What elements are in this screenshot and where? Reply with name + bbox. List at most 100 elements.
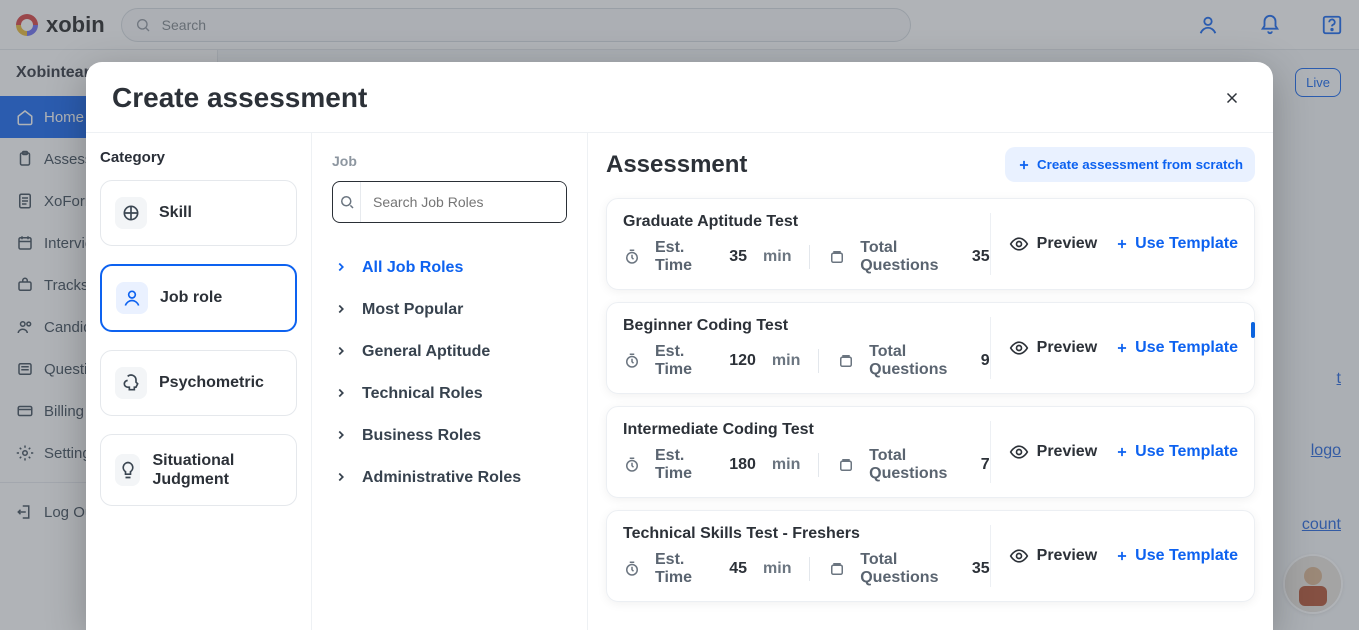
total-questions-label: Total Questions [869,447,961,483]
chevron-right-icon [334,260,350,276]
category-label: Psychometric [159,374,264,392]
plus-icon [1115,549,1129,563]
assessment-card: Technical Skills Test - Freshers Est. Ti… [606,510,1255,602]
job-search [332,181,567,223]
est-time-label: Est. Time [655,343,709,379]
scrollbar-thumb[interactable] [1251,322,1255,338]
eye-icon [1009,338,1029,358]
timer-icon [623,352,641,370]
assessment-name: Graduate Aptitude Test [623,213,990,231]
job-role-label: Business Roles [362,427,481,445]
plus-icon [1017,158,1031,172]
job-role-item[interactable]: Most Popular [332,293,567,327]
time-unit: min [772,456,800,474]
preview-label: Preview [1037,443,1097,461]
est-time-value: 45 [729,560,747,578]
total-questions-label: Total Questions [869,343,961,379]
use-template-label: Use Template [1135,443,1238,461]
preview-button[interactable]: Preview [1009,442,1097,462]
timer-icon [623,248,641,266]
preview-button[interactable]: Preview [1009,338,1097,358]
category-label: Skill [159,204,192,222]
assessment-name: Beginner Coding Test [623,317,990,335]
use-template-label: Use Template [1135,339,1238,357]
modal-body: Category Skill Job role Psychometric [86,132,1273,630]
meta-separator [809,557,810,581]
category-label: Job role [160,289,222,307]
assessment-name: Technical Skills Test - Freshers [623,525,990,543]
preview-label: Preview [1037,547,1097,565]
assessment-name: Intermediate Coding Test [623,421,990,439]
job-role-label: Technical Roles [362,385,483,403]
category-situational[interactable]: Situational Judgment [100,434,297,506]
chevron-right-icon [334,302,350,318]
job-role-item[interactable]: All Job Roles [332,251,567,285]
job-role-list: All Job Roles Most Popular General Aptit… [332,251,567,495]
est-time-value: 180 [729,456,756,474]
est-time-label: Est. Time [655,447,709,483]
preview-button[interactable]: Preview [1009,234,1097,254]
category-column: Category Skill Job role Psychometric [86,133,312,630]
preview-label: Preview [1037,339,1097,357]
preview-button[interactable]: Preview [1009,546,1097,566]
est-time-value: 120 [729,352,756,370]
category-job-role[interactable]: Job role [100,264,297,332]
create-assessment-modal: Create assessment Category Skill Job rol… [86,62,1273,630]
modal-header: Create assessment [86,62,1273,132]
timer-icon [623,560,641,578]
job-role-item[interactable]: Business Roles [332,419,567,453]
close-icon [1223,89,1241,107]
time-unit: min [763,248,791,266]
job-title: Job [332,153,567,169]
chevron-right-icon [334,386,350,402]
total-questions-label: Total Questions [860,551,952,587]
use-template-label: Use Template [1135,235,1238,253]
plus-icon [1115,445,1129,459]
job-search-input[interactable] [361,182,566,222]
stack-icon [837,456,855,474]
time-unit: min [763,560,791,578]
job-role-label: Administrative Roles [362,469,521,487]
est-time-label: Est. Time [655,551,709,587]
preview-label: Preview [1037,235,1097,253]
category-psychometric[interactable]: Psychometric [100,350,297,416]
job-role-item[interactable]: General Aptitude [332,335,567,369]
assessment-meta: Est. Time 35 min Total Questions 35 [623,239,990,275]
bulb-icon [115,454,140,486]
job-role-item[interactable]: Technical Roles [332,377,567,411]
total-questions-label: Total Questions [860,239,952,275]
plus-icon [1115,341,1129,355]
use-template-button[interactable]: Use Template [1115,443,1238,461]
assessment-title: Assessment [606,151,747,179]
use-template-button[interactable]: Use Template [1115,339,1238,357]
assessment-card: Intermediate Coding Test Est. Time 180 m… [606,406,1255,498]
stack-icon [828,560,846,578]
chevron-right-icon [334,470,350,486]
eye-icon [1009,546,1029,566]
job-role-item[interactable]: Administrative Roles [332,461,567,495]
est-time-value: 35 [729,248,747,266]
meta-separator [818,453,819,477]
use-template-label: Use Template [1135,547,1238,565]
chevron-right-icon [334,344,350,360]
assessment-meta: Est. Time 180 min Total Questions 7 [623,447,990,483]
search-icon [333,182,361,222]
use-template-button[interactable]: Use Template [1115,235,1238,253]
job-column: Job All Job Roles Most Popular General A… [312,133,588,630]
create-label: Create assessment from scratch [1037,157,1243,172]
close-button[interactable] [1217,88,1247,108]
category-label: Situational Judgment [152,451,282,489]
create-from-scratch-button[interactable]: Create assessment from scratch [1005,147,1255,182]
job-role-label: Most Popular [362,301,463,319]
brain-icon [115,197,147,229]
eye-icon [1009,442,1029,462]
assessment-meta: Est. Time 45 min Total Questions 35 [623,551,990,587]
chevron-right-icon [334,428,350,444]
time-unit: min [772,352,800,370]
total-questions-value: 35 [972,248,990,266]
use-template-button[interactable]: Use Template [1115,547,1238,565]
total-questions-value: 35 [972,560,990,578]
category-skill[interactable]: Skill [100,180,297,246]
job-role-label: General Aptitude [362,343,490,361]
stack-icon [828,248,846,266]
